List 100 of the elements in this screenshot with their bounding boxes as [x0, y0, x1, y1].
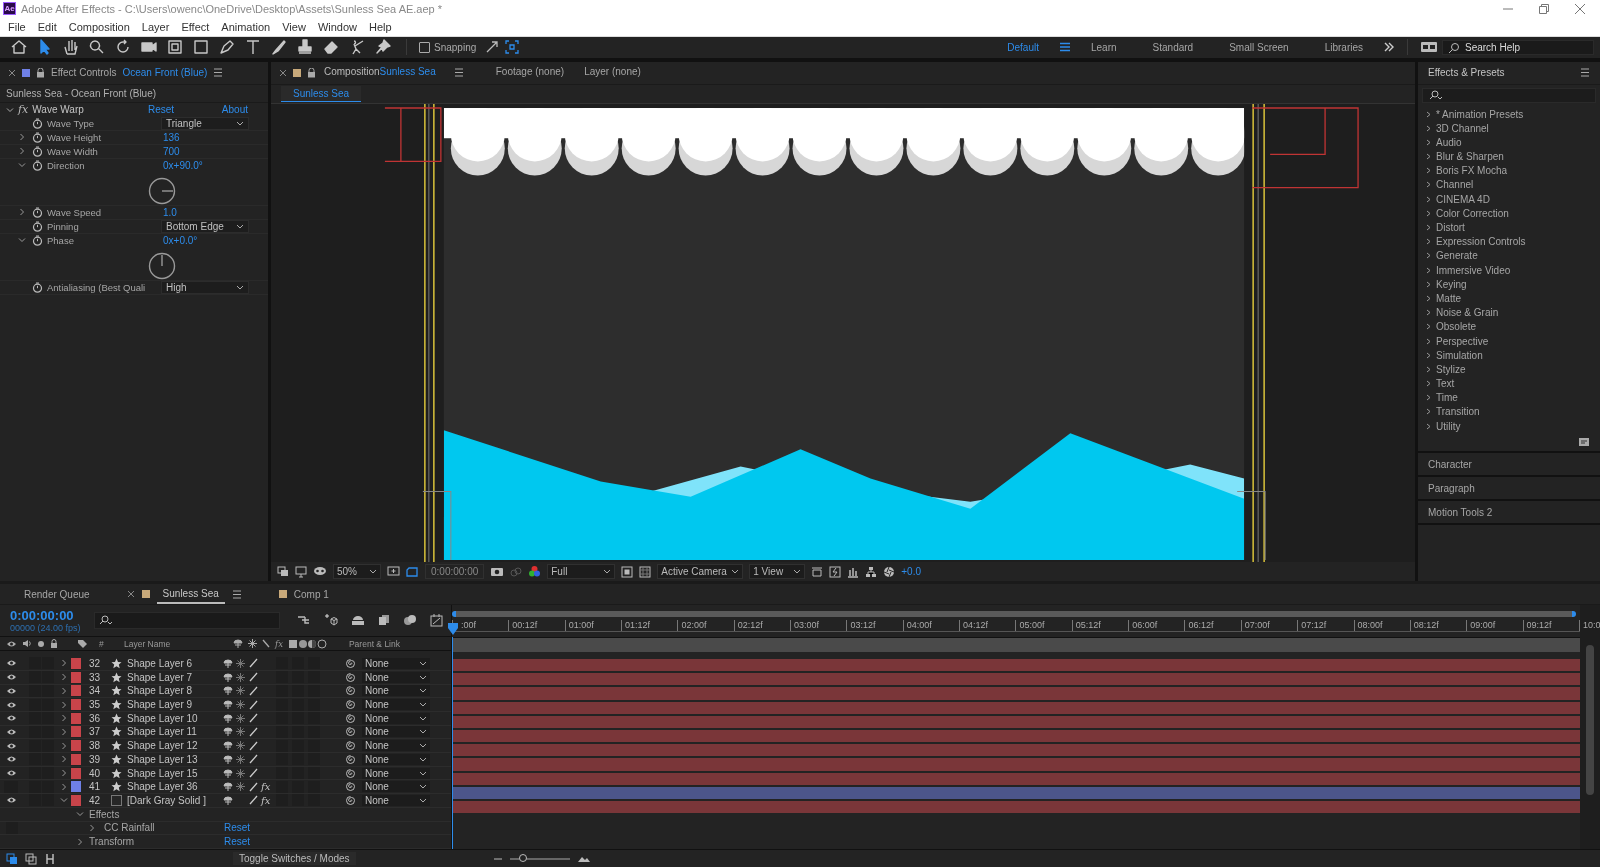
transfer-controls-icon[interactable] [25, 852, 37, 865]
brush-icon[interactable] [270, 38, 288, 57]
layer-name[interactable]: Shape Layer 12 [127, 740, 223, 752]
zoom-slider[interactable] [509, 857, 570, 860]
panel-tab[interactable]: Footage (none) [493, 61, 577, 84]
shy-layers-icon[interactable] [350, 614, 365, 627]
snapshot-icon[interactable] [277, 565, 289, 578]
stopwatch-icon[interactable] [32, 206, 43, 218]
collapse-icon[interactable] [236, 672, 245, 682]
fast-preview-icon[interactable] [829, 565, 842, 578]
frame-blending-icon[interactable] [377, 614, 390, 627]
workspace-tab[interactable]: Default [991, 41, 1055, 53]
panel-tab[interactable]: Layer (none) [582, 61, 653, 84]
shy-icon[interactable] [223, 754, 233, 764]
composition-breadcrumb[interactable]: Sunless Sea [281, 85, 362, 102]
graph-editor-icon[interactable] [429, 613, 443, 627]
region-icon[interactable] [406, 565, 419, 578]
parent-dropdown[interactable]: None [362, 753, 430, 765]
shy-icon[interactable] [223, 700, 233, 710]
menu-item[interactable]: Effect [175, 20, 216, 33]
shy-icon[interactable] [223, 782, 233, 792]
close-icon[interactable] [279, 68, 287, 77]
effect-category[interactable]: Time [1418, 390, 1600, 405]
collapse-icon[interactable] [236, 686, 245, 696]
shy-icon[interactable] [223, 795, 233, 805]
menu-item[interactable]: View [276, 20, 312, 33]
effect-category[interactable]: Utility [1418, 419, 1600, 434]
stopwatch-icon[interactable] [32, 117, 43, 129]
restore-icon[interactable] [1538, 3, 1550, 15]
reset-link[interactable]: Reset [224, 836, 251, 848]
layer-switches-icon[interactable] [6, 852, 18, 865]
parent-dropdown[interactable]: None [362, 794, 430, 806]
twirl-icon[interactable] [60, 714, 68, 723]
zoom-dropdown[interactable]: 50% [333, 564, 381, 579]
link-icon[interactable] [510, 565, 523, 578]
label-color[interactable] [71, 781, 81, 793]
parent-dropdown[interactable]: None [362, 657, 430, 669]
draft-3d-icon[interactable] [323, 613, 338, 628]
twirl-icon[interactable] [60, 796, 68, 805]
pan-behind-icon[interactable] [166, 38, 184, 57]
quality-icon[interactable] [249, 699, 258, 710]
effect-category[interactable]: * Animation Presets [1418, 106, 1600, 122]
stopwatch-icon[interactable] [32, 131, 43, 143]
stopwatch-icon[interactable] [32, 281, 43, 293]
pick-whip-icon[interactable] [345, 657, 356, 669]
composition-flowchart-icon[interactable] [296, 614, 311, 627]
effect-category[interactable]: Perspective [1418, 333, 1600, 349]
hand-icon[interactable] [62, 38, 80, 57]
scrollbar-thumb[interactable] [1586, 645, 1594, 795]
panel-tab[interactable]: CompositionSunless Sea [322, 61, 448, 84]
shy-icon[interactable] [223, 713, 233, 723]
layer-name[interactable]: Shape Layer 6 [127, 657, 223, 669]
fx-switch[interactable]: fx [261, 794, 271, 806]
menu-item[interactable]: File [2, 20, 32, 33]
menu-icon[interactable] [231, 589, 242, 599]
collapse-icon[interactable] [236, 782, 245, 792]
stopwatch-icon[interactable] [32, 145, 43, 157]
resolution-dropdown[interactable]: Full [547, 564, 616, 579]
parent-dropdown[interactable]: None [362, 685, 430, 697]
parent-dropdown[interactable]: None [362, 781, 430, 793]
mask-icon[interactable] [313, 565, 327, 578]
pick-whip-icon[interactable] [345, 753, 356, 765]
label-color[interactable] [71, 794, 81, 806]
twirl-icon[interactable] [18, 133, 26, 142]
effect-category[interactable]: Immersive Video [1418, 262, 1600, 278]
current-timecode[interactable]: 0:00:00:00 [10, 607, 81, 623]
layer-name[interactable]: Shape Layer 10 [127, 712, 223, 724]
reset-link[interactable]: Reset [148, 104, 175, 116]
parent-dropdown[interactable]: None [362, 767, 430, 779]
effect-category[interactable]: Simulation [1418, 348, 1600, 363]
menu-icon[interactable] [453, 68, 464, 78]
rectangle-icon[interactable] [192, 38, 210, 57]
close-icon[interactable] [1574, 3, 1586, 15]
stopwatch-icon[interactable] [32, 234, 43, 246]
exposure-value[interactable]: +0.0 [901, 566, 921, 577]
effect-category[interactable]: Transition [1418, 404, 1600, 420]
pick-whip-icon[interactable] [345, 767, 356, 779]
snap-target-icon[interactable] [504, 39, 521, 56]
search-help-field[interactable]: Search Help [1442, 39, 1594, 55]
workspace-tab[interactable]: Learn [1075, 41, 1133, 53]
shy-icon[interactable] [223, 727, 233, 737]
effect-category[interactable]: Obsolete [1418, 319, 1600, 334]
collapse-icon[interactable] [236, 768, 245, 778]
twirl-icon[interactable] [6, 105, 14, 114]
new-folder-icon[interactable] [1578, 437, 1590, 448]
menu-item[interactable]: Animation [215, 20, 277, 33]
effect-category[interactable]: Channel [1418, 177, 1600, 193]
fit-icon[interactable] [387, 565, 400, 578]
pick-whip-icon[interactable] [345, 685, 356, 697]
quality-icon[interactable] [249, 726, 258, 737]
effect-category[interactable]: Text [1418, 376, 1600, 391]
collapsed-panel[interactable]: Motion Tools 2 [1418, 501, 1600, 526]
quality-icon[interactable] [249, 685, 258, 696]
collapse-icon[interactable] [236, 713, 245, 723]
fx-badge[interactable]: fx [18, 103, 29, 117]
effect-category[interactable]: Generate [1418, 248, 1600, 263]
shy-icon[interactable] [223, 672, 233, 682]
label-color[interactable] [71, 712, 81, 724]
label-color[interactable] [71, 671, 81, 683]
collapse-icon[interactable] [236, 727, 245, 737]
